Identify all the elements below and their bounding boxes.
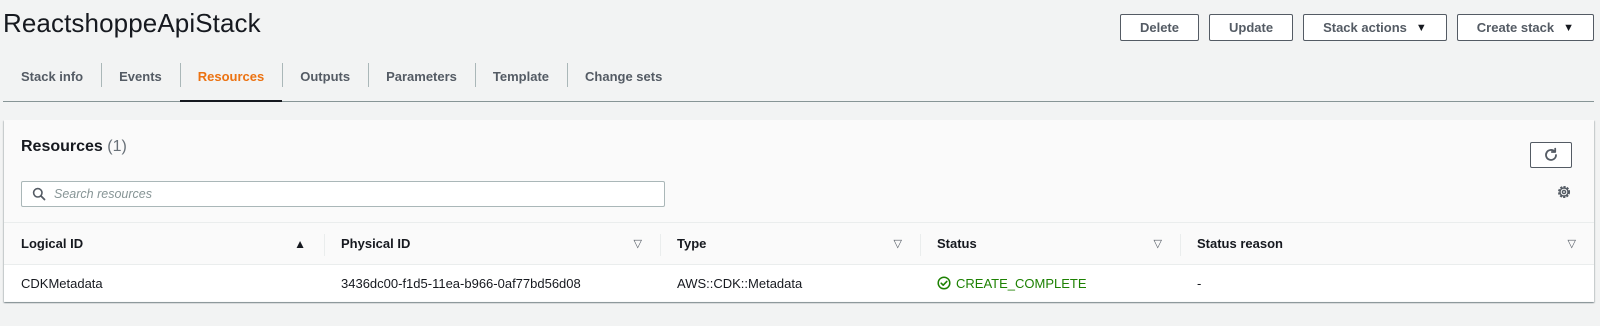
tab-outputs[interactable]: Outputs [282,60,368,101]
header-actions: Delete Update Stack actions ▼ Create stac… [1119,14,1594,41]
table-row[interactable]: CDKMetadata 3436dc00-f1d5-11ea-b966-0af7… [4,265,1594,301]
check-circle-icon [937,276,951,290]
caret-down-icon: ▼ [1563,21,1574,34]
search-icon [32,187,46,201]
tab-events[interactable]: Events [101,60,180,101]
column-label: Type [677,236,707,251]
tab-label: Outputs [300,69,351,84]
tab-stack-info[interactable]: Stack info [3,60,101,101]
sort-icon: ▽ [633,238,642,250]
column-label: Status [937,236,977,251]
tab-template[interactable]: Template [474,60,567,101]
search-field [21,181,665,207]
status-badge: CREATE_COMPLETE [937,276,1087,291]
page-title: ReactshoppeApiStack [3,8,261,38]
tab-label: Events [119,69,162,84]
cell-type: AWS::CDK::Metadata [677,275,803,291]
resources-heading: Resources (1) [21,138,127,156]
tab-bar: Stack info Events Resources Outputs Para… [3,60,1594,102]
column-label: Status reason [1197,236,1283,251]
tab-label: Resources [197,69,265,84]
column-header-status-reason[interactable]: Status reason ▽ [1180,223,1594,264]
tab-change-sets[interactable]: Change sets [567,60,680,101]
resources-panel: Resources (1) Logical ID▲ Physi [4,120,1594,302]
table-header: Logical ID ▲ Physical ID ▽ Type ▽ Status ▽ S… [4,222,1594,265]
sort-icon: ▽ [893,238,902,250]
tab-resources[interactable]: Resources [179,60,283,102]
tab-label: Stack info [21,69,84,84]
refresh-button[interactable] [1530,142,1572,168]
resources-title: Resources [21,138,103,155]
sort-icon: ▽ [1153,238,1162,250]
sort-icon: ▽ [1567,238,1576,250]
cell-physical-id: 3436dc00-f1d5-11ea-b966-0af77bd56d08 [341,275,581,291]
tab-label: Parameters [386,69,457,84]
gear-icon[interactable] [1556,184,1572,200]
delete-button[interactable]: Delete [1119,14,1199,41]
update-button-label: Update [1229,20,1274,35]
create-stack-button[interactable]: Create stack ▼ [1456,14,1594,41]
cell-status: CREATE_COMPLETE [920,265,1180,301]
status-text: CREATE_COMPLETE [956,275,1087,291]
tab-parameters[interactable]: Parameters [368,60,475,101]
column-header-status[interactable]: Status ▽ [920,223,1180,264]
column-header-type[interactable]: Type ▽ [660,223,920,264]
refresh-icon [1543,147,1559,163]
stack-actions-button[interactable]: Stack actions ▼ [1303,14,1447,41]
cell-logical-id: CDKMetadata [21,275,103,291]
stack-actions-label: Stack actions [1323,20,1407,35]
sort-ascending-icon: ▲ [294,236,306,251]
column-header-physical-id[interactable]: Physical ID ▽ [324,223,660,264]
tab-label: Change sets [585,69,663,84]
caret-down-icon: ▼ [1415,21,1427,34]
delete-button-label: Delete [1139,20,1179,35]
cell-status-reason: - [1197,275,1202,291]
column-label: Logical ID [21,236,84,251]
column-label: Physical ID [341,236,411,251]
search-input[interactable] [54,187,664,201]
tab-label: Template [492,69,550,84]
create-stack-label: Create stack [1476,20,1555,35]
column-header-logical-id[interactable]: Logical ID ▲ [4,223,324,264]
resources-count: (1) [107,138,127,155]
resources-table: Logical ID ▲ Physical ID ▽ Type ▽ Status ▽ S… [4,222,1594,301]
update-button[interactable]: Update [1209,14,1294,41]
